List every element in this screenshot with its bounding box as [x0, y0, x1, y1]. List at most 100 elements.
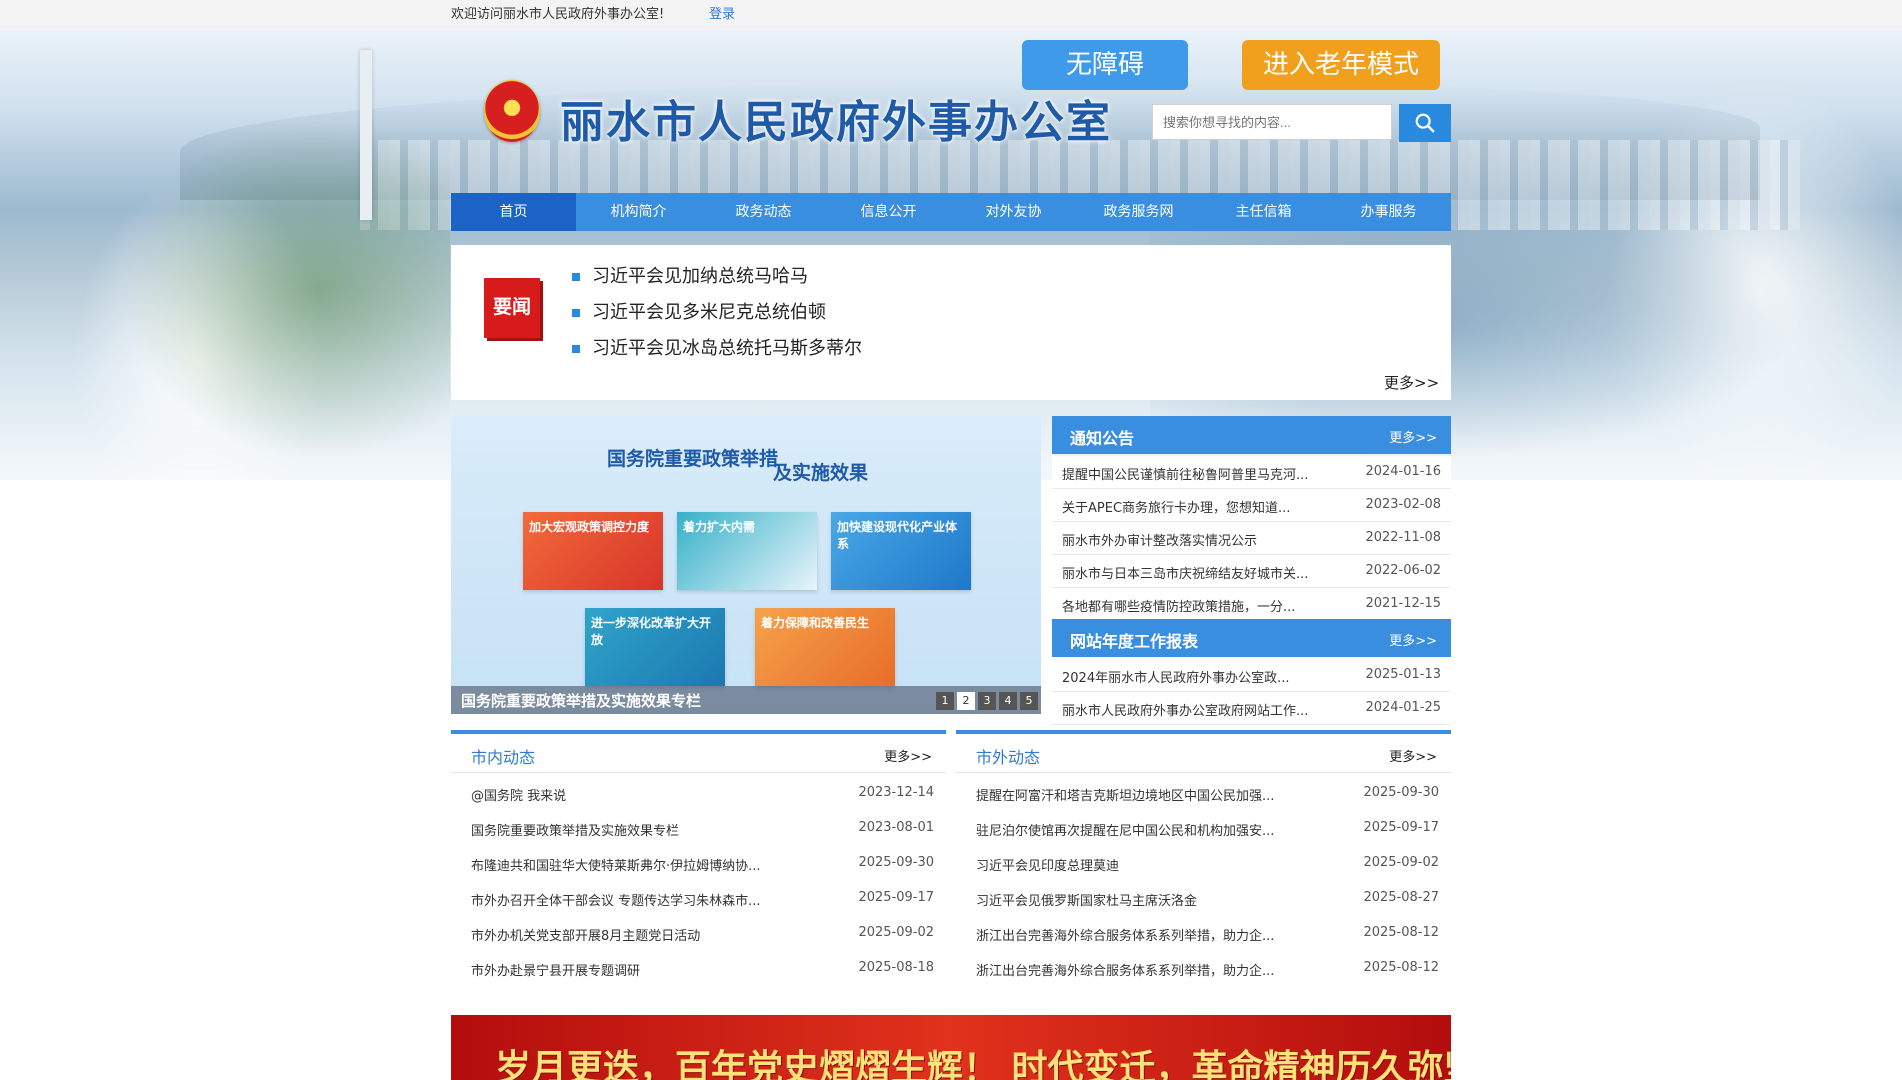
news-date: 2023-08-01	[858, 820, 934, 835]
news-row[interactable]: 市外办机关党支部开展8月主题党日活动 2025-09-02	[451, 916, 946, 951]
headline-item[interactable]: 习近平会见加纳总统马哈马	[572, 262, 808, 288]
nav-item-home[interactable]: 首页	[451, 193, 576, 231]
news-title: 市外办赴景宁县开展专题调研	[471, 964, 641, 979]
bullet-icon	[572, 309, 580, 317]
annual-report-title: 网站年度工作报表	[1070, 632, 1199, 651]
city-news-header: 市内动态 更多>>	[451, 734, 946, 773]
report-row[interactable]: 丽水市人民政府外事办公室政府网站工作... 2024-01-25	[1052, 692, 1451, 725]
news-row[interactable]: 市外办赴景宁县开展专题调研 2025-08-18	[451, 951, 946, 986]
city-news-title: 市内动态	[471, 748, 536, 767]
carousel-page-button[interactable]: 4	[999, 692, 1017, 710]
carousel-title-line2: 及实施效果	[773, 462, 869, 484]
news-date: 2025-08-18	[858, 960, 934, 975]
headline-text: 习近平会见冰岛总统托马斯多蒂尔	[592, 338, 862, 359]
headline-text: 习近平会见加纳总统马哈马	[592, 266, 808, 287]
news-date: 2025-09-17	[858, 890, 934, 905]
accessibility-button[interactable]: 无障碍	[1022, 40, 1188, 90]
news-title: 提醒在阿富汗和塔吉克斯坦边境地区中国公民加强...	[976, 789, 1275, 804]
bullet-icon	[572, 273, 580, 281]
nav-item-gov-news[interactable]: 政务动态	[701, 193, 826, 231]
headline-item[interactable]: 习近平会见冰岛总统托马斯多蒂尔	[572, 334, 862, 360]
carousel-pager: 1 2 3 4 5	[936, 692, 1038, 710]
notice-row[interactable]: 关于APEC商务旅行卡办理，您想知道... 2023-02-08	[1052, 489, 1451, 522]
carousel-page-button[interactable]: 5	[1020, 692, 1038, 710]
notice-row[interactable]: 丽水市与日本三岛市庆祝缔结友好城市关... 2022-06-02	[1052, 555, 1451, 588]
carousel-page-button[interactable]: 1	[936, 692, 954, 710]
news-title: 国务院重要政策举措及实施效果专栏	[471, 824, 680, 839]
party-history-banner[interactable]: 岁月更迭，百年党史熠熠生辉！ 时代变迁，革命精神历久弥坚！	[451, 1015, 1451, 1080]
news-row[interactable]: 国务院重要政策举措及实施效果专栏 2023-08-01	[451, 811, 946, 846]
report-date: 2025-01-13	[1365, 667, 1441, 682]
nav-item-services[interactable]: 办事服务	[1326, 193, 1451, 231]
news-row[interactable]: 提醒在阿富汗和塔吉克斯坦边境地区中国公民加强... 2025-09-30	[956, 776, 1451, 811]
notice-date: 2022-06-02	[1365, 563, 1441, 578]
search-icon	[1415, 113, 1435, 133]
headline-more-link[interactable]: 更多>>	[1384, 372, 1439, 393]
annual-report-more-link[interactable]: 更多>>	[1389, 630, 1437, 649]
news-row[interactable]: @国务院 我来说 2023-12-14	[451, 776, 946, 811]
bridge-tower-decoration	[360, 50, 372, 220]
carousel-page-button[interactable]: 3	[978, 692, 996, 710]
news-row[interactable]: 习近平会见俄罗斯国家杜马主席沃洛金 2025-08-27	[956, 881, 1451, 916]
notice-title: 丽水市外办审计整改落实情况公示	[1062, 534, 1258, 549]
news-row[interactable]: 驻尼泊尔使馆再次提醒在尼中国公民和机构加强安... 2025-09-17	[956, 811, 1451, 846]
notice-title: 各地都有哪些疫情防控政策措施，一分...	[1062, 600, 1296, 615]
news-title: 市外办召开全体干部会议 专题传达学习朱林森市...	[471, 894, 761, 909]
news-title: 驻尼泊尔使馆再次提醒在尼中国公民和机构加强安...	[976, 824, 1275, 839]
nav-item-info-disclosure[interactable]: 信息公开	[826, 193, 951, 231]
news-row[interactable]: 市外办召开全体干部会议 专题传达学习朱林森市... 2025-09-17	[451, 881, 946, 916]
national-emblem-icon	[484, 80, 540, 142]
news-date: 2025-09-30	[1363, 785, 1439, 800]
nav-item-friendship-assoc[interactable]: 对外友协	[951, 193, 1076, 231]
carousel-page-button[interactable]: 2	[957, 692, 975, 710]
carousel-tile: 加快建设现代化产业体系	[831, 512, 971, 590]
news-date: 2025-09-02	[1363, 855, 1439, 870]
news-row[interactable]: 浙江出台完善海外综合服务体系系列举措，助力企... 2025-08-12	[956, 951, 1451, 986]
site-title[interactable]: 丽水市人民政府外事办公室	[560, 86, 1112, 150]
notice-row[interactable]: 各地都有哪些疫情防控政策措施，一分... 2021-12-15	[1052, 588, 1451, 621]
city-news-more-link[interactable]: 更多>>	[884, 746, 932, 765]
notice-title: 提醒中国公民谨慎前往秘鲁阿普里马克河...	[1062, 468, 1309, 483]
annual-report-header: 网站年度工作报表 更多>>	[1052, 619, 1451, 657]
news-title: 市外办机关党支部开展8月主题党日活动	[471, 929, 701, 944]
report-date: 2024-01-25	[1365, 700, 1441, 715]
news-title: 习近平会见俄罗斯国家杜马主席沃洛金	[976, 894, 1198, 909]
nav-item-director-mailbox[interactable]: 主任信箱	[1201, 193, 1326, 231]
news-date: 2025-09-17	[1363, 820, 1439, 835]
news-date: 2025-09-02	[858, 925, 934, 940]
foreign-news-more-link[interactable]: 更多>>	[1389, 746, 1437, 765]
news-row[interactable]: 浙江出台完善海外综合服务体系系列举措，助力企... 2025-08-12	[956, 916, 1451, 951]
notice-row[interactable]: 提醒中国公民谨慎前往秘鲁阿普里马克河... 2024-01-16	[1052, 456, 1451, 489]
news-title: @国务院 我来说	[471, 789, 567, 804]
notice-date: 2024-01-16	[1365, 464, 1441, 479]
news-row[interactable]: 布隆迪共和国驻华大使特莱斯弗尔·伊拉姆博纳协... 2025-09-30	[451, 846, 946, 881]
elder-mode-button[interactable]: 进入老年模式	[1242, 40, 1440, 90]
report-row[interactable]: 2024年丽水市人民政府外事办公室政... 2025-01-13	[1052, 659, 1451, 692]
notice-row[interactable]: 丽水市外办审计整改落实情况公示 2022-11-08	[1052, 522, 1451, 555]
top-bar: 欢迎访问丽水市人民政府外事办公室! 登录	[0, 0, 1902, 30]
notices-more-link[interactable]: 更多>>	[1389, 427, 1437, 446]
policy-carousel[interactable]: 国务院重要政策举措 及实施效果 加大宏观政策调控力度 着力扩大内需 加快建设现代…	[451, 416, 1041, 714]
news-row[interactable]: 习近平会见印度总理莫迪 2025-09-02	[956, 846, 1451, 881]
news-title: 浙江出台完善海外综合服务体系系列举措，助力企...	[976, 964, 1275, 979]
carousel-title-line1: 国务院重要政策举措	[607, 448, 779, 470]
login-link[interactable]: 登录	[709, 0, 735, 30]
city-news-panel: 市内动态 更多>> @国务院 我来说 2023-12-14 国务院重要政策举措及实…	[451, 730, 946, 1012]
notice-date: 2023-02-08	[1365, 497, 1441, 512]
news-title: 习近平会见印度总理莫迪	[976, 859, 1120, 874]
search-input[interactable]	[1152, 104, 1392, 140]
news-date: 2025-09-30	[858, 855, 934, 870]
banner-slogan: 岁月更迭，百年党史熠熠生辉！ 时代变迁，革命精神历久弥坚！	[495, 1047, 1451, 1080]
main-nav: 首页 机构简介 政务动态 信息公开 对外友协 政务服务网 主任信箱 办事服务	[451, 193, 1451, 231]
carousel-tile: 着力保障和改善民生	[755, 608, 895, 686]
notice-title: 关于APEC商务旅行卡办理，您想知道...	[1062, 501, 1291, 516]
headline-item[interactable]: 习近平会见多米尼克总统伯顿	[572, 298, 826, 324]
nav-item-about[interactable]: 机构简介	[576, 193, 701, 231]
nav-item-gov-service[interactable]: 政务服务网	[1076, 193, 1201, 231]
report-title: 2024年丽水市人民政府外事办公室政...	[1062, 671, 1290, 686]
headline-text: 习近平会见多米尼克总统伯顿	[592, 302, 826, 323]
search-button[interactable]	[1399, 104, 1451, 142]
notices-header: 通知公告 更多>>	[1052, 416, 1451, 454]
carousel-caption[interactable]: 国务院重要政策举措及实施效果专栏	[461, 690, 701, 711]
carousel-tile: 进一步深化改革扩大开放	[585, 608, 725, 686]
